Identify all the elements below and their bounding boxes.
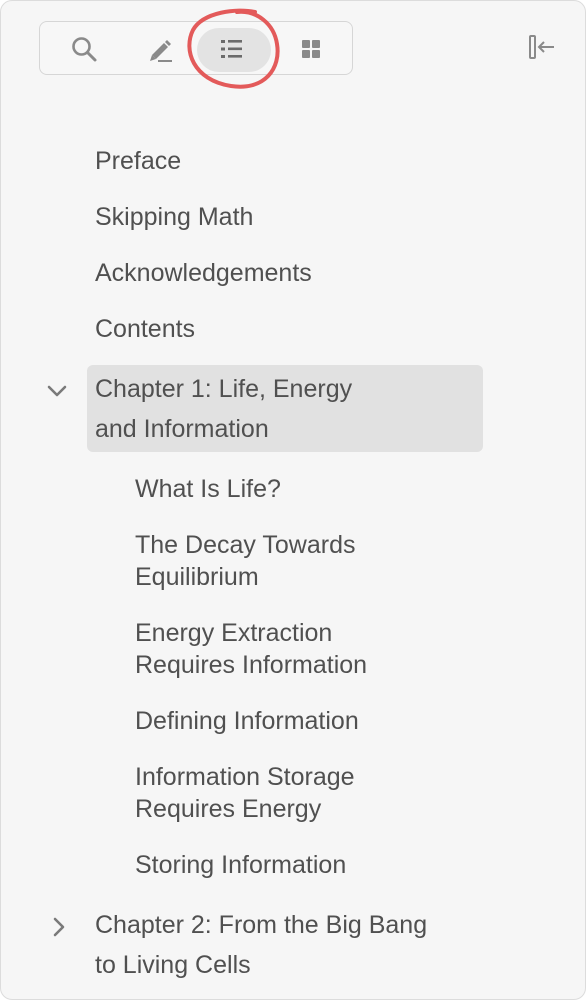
search-icon	[69, 34, 99, 64]
toc-item-information-storage[interactable]: Information Storage Requires Energy	[135, 761, 355, 825]
grid-icon	[299, 37, 323, 61]
toc-item-chapter-1[interactable]: Chapter 1: Life, Energy and Information	[95, 369, 352, 449]
collapse-sidebar-button[interactable]	[526, 34, 558, 64]
annotations-button[interactable]	[128, 22, 192, 76]
thumbnails-button[interactable]	[279, 22, 343, 76]
toc-item-energy-extraction[interactable]: Energy Extraction Requires Information	[135, 617, 367, 681]
toc-item-storing-information[interactable]: Storing Information	[135, 849, 346, 881]
toc-item-contents[interactable]: Contents	[95, 313, 195, 345]
toc-item-acknowledgements[interactable]: Acknowledgements	[95, 257, 312, 289]
table-of-contents-button[interactable]	[194, 22, 271, 76]
toc-item-chapter-2[interactable]: Chapter 2: From the Big Bang to Living C…	[95, 905, 427, 985]
toc-item-preface[interactable]: Preface	[95, 145, 181, 177]
collapse-sidebar-icon	[526, 33, 558, 66]
toc-item-skipping-math[interactable]: Skipping Math	[95, 201, 253, 233]
toc-item-decay-towards-equilibrium[interactable]: The Decay Towards Equilibrium	[135, 529, 355, 593]
search-button[interactable]	[52, 22, 116, 76]
chevron-right-icon[interactable]	[47, 913, 71, 941]
sidebar-panel: Preface Skipping Math Acknowledgements C…	[0, 0, 586, 1000]
sidebar-toolbar	[39, 21, 353, 75]
pencil-icon	[144, 34, 176, 64]
toc-item-what-is-life[interactable]: What Is Life?	[135, 473, 281, 505]
toc-item-defining-information[interactable]: Defining Information	[135, 705, 359, 737]
chevron-down-icon[interactable]	[43, 377, 71, 405]
list-icon	[218, 37, 246, 61]
